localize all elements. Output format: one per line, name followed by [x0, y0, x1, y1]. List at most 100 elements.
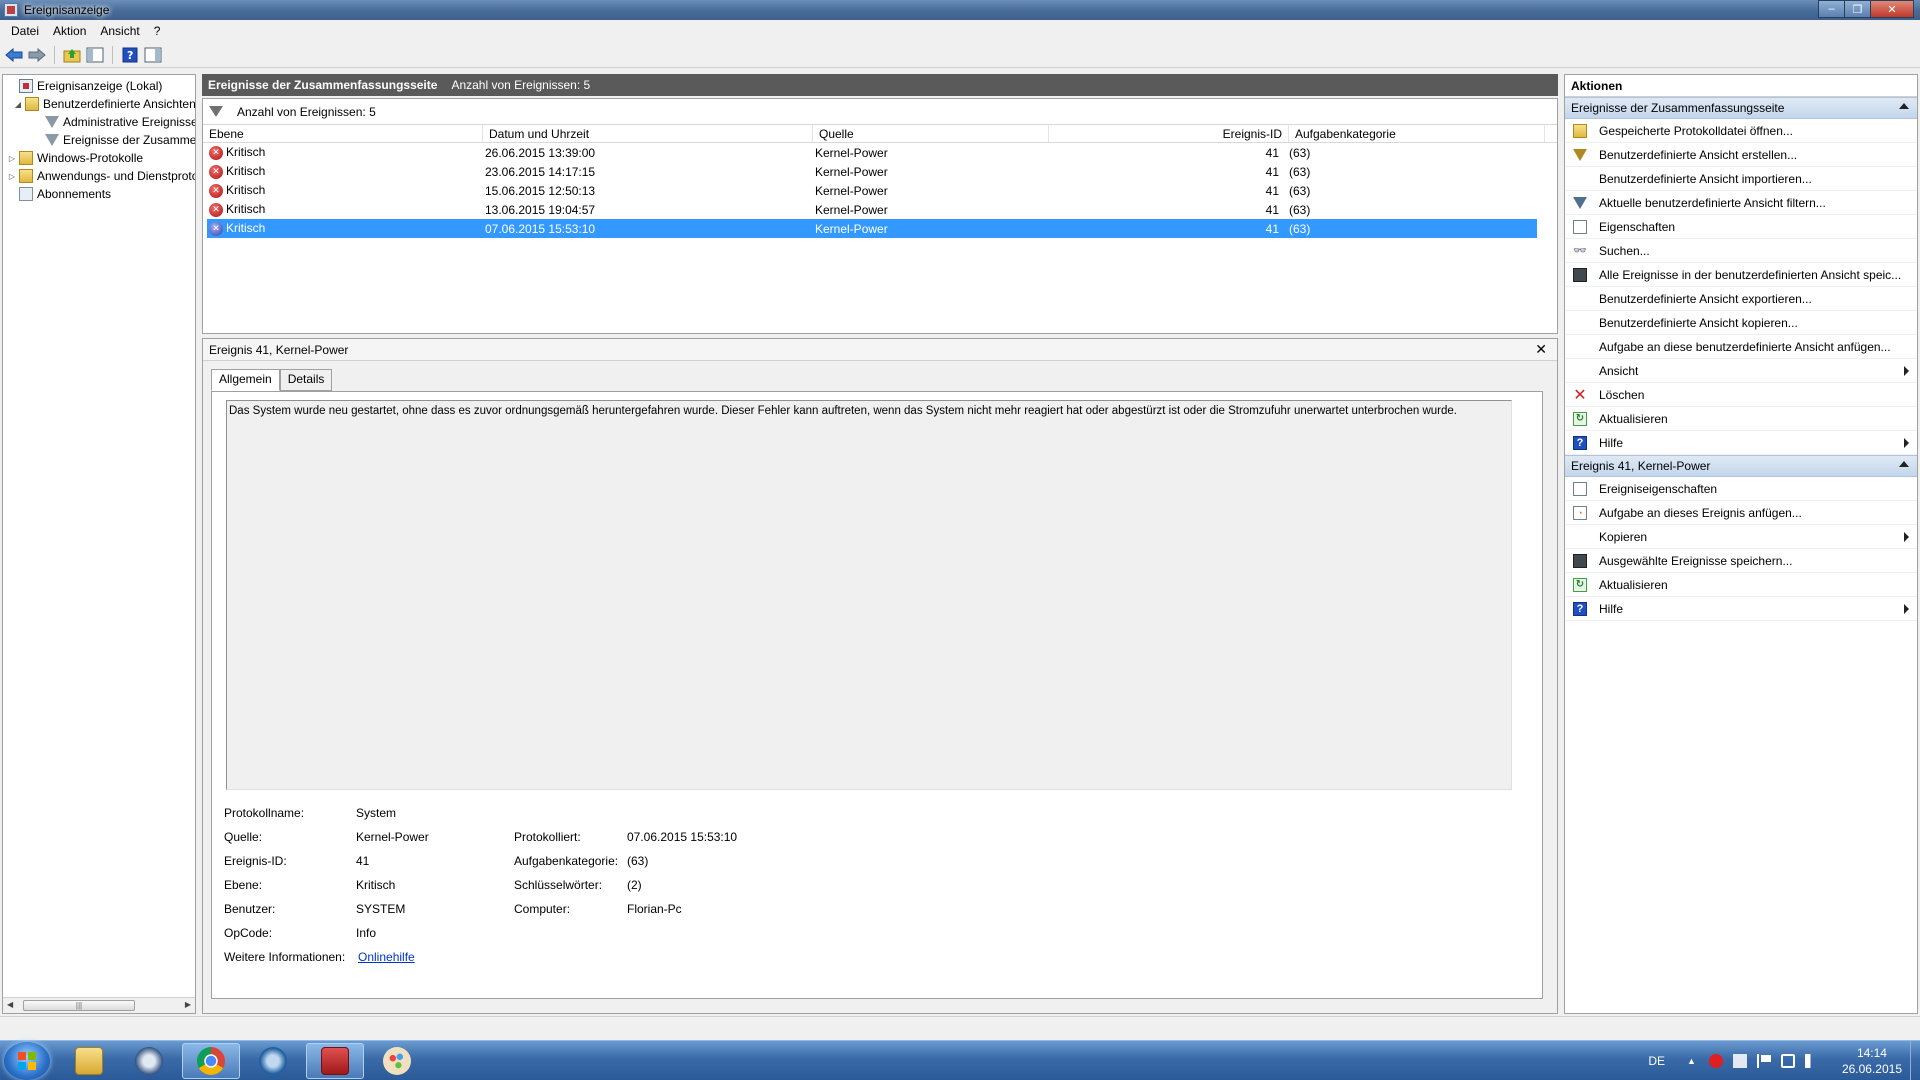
tree-item-app-service-logs[interactable]: ▷ Anwendungs- und Dienstprotokolle: [7, 167, 195, 185]
taskbar-paint[interactable]: [368, 1043, 426, 1079]
tree-horizontal-scrollbar[interactable]: ◀ ||| ▶: [3, 997, 195, 1013]
action-item[interactable]: ✕ Löschen: [1565, 383, 1917, 407]
submenu-arrow-icon: [1904, 532, 1909, 542]
action-item[interactable]: ? Hilfe: [1565, 431, 1917, 455]
actions-group-view[interactable]: Ereignisse der Zusammenfassungsseite: [1565, 97, 1917, 119]
action-item[interactable]: Gespeicherte Protokolldatei öffnen...: [1565, 119, 1917, 143]
action-label: Kopieren: [1599, 529, 1648, 544]
online-help-link[interactable]: Onlinehilfe: [358, 950, 415, 964]
up-folder-icon: [63, 48, 81, 62]
menu-help[interactable]: ?: [147, 24, 168, 38]
taskbar-event-viewer[interactable]: [306, 1043, 364, 1079]
expand-icon[interactable]: ▷: [7, 172, 17, 181]
menu-datei[interactable]: Datei: [4, 24, 46, 38]
column-event-id[interactable]: Ereignis-ID: [1049, 125, 1289, 142]
table-row[interactable]: ✕ Kritisch 13.06.2015 19:04:57 Kernel-Power…: [207, 200, 1537, 219]
action-item[interactable]: Ansicht: [1565, 359, 1917, 383]
collapse-group-icon[interactable]: [1899, 461, 1909, 467]
start-button[interactable]: [4, 1042, 50, 1080]
language-indicator[interactable]: DE: [1648, 1054, 1665, 1068]
tab-allgemein[interactable]: Allgemein: [211, 369, 280, 391]
action-item[interactable]: ◔ Aufgabe an dieses Ereignis anfügen...: [1565, 501, 1917, 525]
table-row[interactable]: ✕ Kritisch 23.06.2015 14:17:15 Kernel-Power…: [207, 162, 1537, 181]
menu-aktion[interactable]: Aktion: [46, 24, 93, 38]
tree-item-label: Abonnements: [37, 187, 112, 201]
action-item[interactable]: Aufgabe an diese benutzerdefinierte Ansi…: [1565, 335, 1917, 359]
cell-event-id: 41: [1265, 221, 1279, 236]
action-item[interactable]: Eigenschaften: [1565, 215, 1917, 239]
collapse-group-icon[interactable]: [1899, 103, 1909, 109]
column-datetime[interactable]: Datum und Uhrzeit: [483, 125, 813, 142]
tree-item-root[interactable]: Ereignisanzeige (Lokal): [7, 77, 162, 95]
action-label: Alle Ereignisse in der benutzerdefiniert…: [1599, 267, 1902, 282]
tree-item-label: Ereignisse der Zusammenfassungsseite: [63, 133, 196, 147]
scroll-right-icon[interactable]: ▶: [185, 1000, 191, 1009]
action-label: Aktualisieren: [1599, 411, 1668, 426]
cell-event-id: 41: [1265, 164, 1279, 179]
taskbar-chrome[interactable]: [182, 1043, 240, 1079]
action-item[interactable]: Ereigniseigenschaften: [1565, 477, 1917, 501]
action-item[interactable]: ↻ Aktualisieren: [1565, 573, 1917, 597]
column-quelle[interactable]: Quelle: [813, 125, 1049, 142]
scrollbar-thumb[interactable]: |||: [23, 1000, 135, 1011]
filter-icon: [45, 134, 59, 146]
expand-icon[interactable]: ▷: [7, 154, 17, 163]
scroll-left-icon[interactable]: ◀: [7, 1000, 13, 1009]
show-hide-action-pane-button[interactable]: [143, 45, 163, 65]
table-row[interactable]: ✕ Kritisch 15.06.2015 12:50:13 Kernel-Power…: [207, 181, 1537, 200]
back-button[interactable]: [4, 45, 24, 65]
tree-item-subscriptions[interactable]: Abonnements: [19, 185, 111, 203]
action-item[interactable]: ? Hilfe: [1565, 597, 1917, 621]
network-icon[interactable]: [1780, 1054, 1795, 1068]
antivirus-icon[interactable]: [1708, 1054, 1723, 1068]
action-center-flag-icon[interactable]: [1756, 1054, 1771, 1068]
table-row[interactable]: ✕ Kritisch 26.06.2015 13:39:00 Kernel-Power…: [207, 143, 1537, 162]
action-item[interactable]: Benutzerdefinierte Ansicht exportieren..…: [1565, 287, 1917, 311]
show-hidden-icons-icon[interactable]: ▲: [1687, 1056, 1696, 1066]
column-ebene[interactable]: Ebene: [203, 125, 483, 142]
tree-item-summary-events[interactable]: Ereignisse der Zusammenfassungsseite: [33, 131, 196, 149]
action-label: Ereigniseigenschaften: [1599, 481, 1718, 496]
show-desktop-button[interactable]: [1910, 1041, 1920, 1080]
prop-label: Schlüsselwörter:: [514, 878, 603, 892]
taskbar-teamspeak[interactable]: [244, 1043, 302, 1079]
column-category[interactable]: Aufgabenkategorie: [1289, 125, 1545, 142]
taskbar-explorer[interactable]: [60, 1043, 118, 1079]
clock[interactable]: 14:14 26.06.2015: [1842, 1045, 1902, 1077]
action-item[interactable]: Aktuelle benutzerdefinierte Ansicht filt…: [1565, 191, 1917, 215]
tab-details[interactable]: Details: [279, 369, 333, 391]
action-item[interactable]: ↻ Aktualisieren: [1565, 407, 1917, 431]
up-folder-button[interactable]: [62, 45, 82, 65]
close-button[interactable]: ✕: [1870, 0, 1914, 18]
prop-value: System: [356, 806, 397, 820]
forward-button[interactable]: [27, 45, 47, 65]
action-item[interactable]: 👓 Suchen...: [1565, 239, 1917, 263]
volume-icon[interactable]: [1804, 1054, 1819, 1068]
collapse-icon[interactable]: ◢: [13, 100, 23, 109]
minimize-icon: –: [1828, 3, 1835, 15]
windows-logo-icon[interactable]: [1732, 1054, 1747, 1068]
properties-icon: [1573, 219, 1587, 234]
help-button[interactable]: ?: [120, 45, 140, 65]
menu-ansicht[interactable]: Ansicht: [93, 24, 146, 38]
action-item[interactable]: Alle Ereignisse in der benutzerdefiniert…: [1565, 263, 1917, 287]
close-detail-icon[interactable]: ✕: [1535, 341, 1547, 358]
action-item[interactable]: Benutzerdefinierte Ansicht erstellen...: [1565, 143, 1917, 167]
action-item[interactable]: Ausgewählte Ereignisse speichern...: [1565, 549, 1917, 573]
table-row[interactable]: ✕ Kritisch 07.06.2015 15:53:10 Kernel-Power…: [207, 219, 1537, 238]
minimize-button[interactable]: –: [1818, 0, 1844, 18]
svg-text:?: ?: [127, 49, 133, 62]
event-description[interactable]: Das System wurde neu gestartet, ohne das…: [226, 400, 1512, 790]
tree-item-custom-views[interactable]: ◢ Benutzerdefinierte Ansichten: [13, 95, 195, 113]
tree-item-windows-logs[interactable]: ▷ Windows-Protokolle: [7, 149, 143, 167]
action-item[interactable]: Benutzerdefinierte Ansicht kopieren...: [1565, 311, 1917, 335]
tree-item-admin-events[interactable]: Administrative Ereignisse: [33, 113, 195, 131]
action-item[interactable]: Benutzerdefinierte Ansicht importieren..…: [1565, 167, 1917, 191]
action-item[interactable]: Kopieren: [1565, 525, 1917, 549]
show-hide-tree-button[interactable]: [85, 45, 105, 65]
taskbar-thunderbird[interactable]: [120, 1043, 178, 1079]
toolbar: ?: [0, 42, 1920, 68]
maximize-button[interactable]: ❐: [1844, 0, 1870, 18]
actions-group-event[interactable]: Ereignis 41, Kernel-Power: [1565, 455, 1917, 477]
action-label: Ausgewählte Ereignisse speichern...: [1599, 553, 1793, 568]
